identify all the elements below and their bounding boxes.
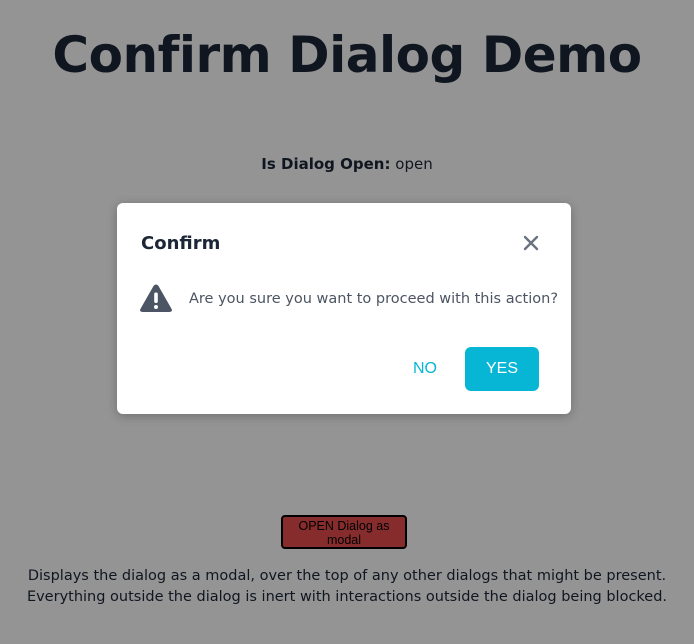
warning-icon [140,284,172,312]
close-button[interactable] [517,229,545,257]
dialog-message: Are you sure you want to proceed with th… [189,291,559,307]
no-button[interactable]: NO [399,347,451,391]
yes-button[interactable]: YES [465,347,539,391]
close-icon [523,235,539,251]
dialog-title: Confirm [141,233,221,254]
confirm-dialog: Confirm Are you sure you want to proceed… [117,203,571,414]
